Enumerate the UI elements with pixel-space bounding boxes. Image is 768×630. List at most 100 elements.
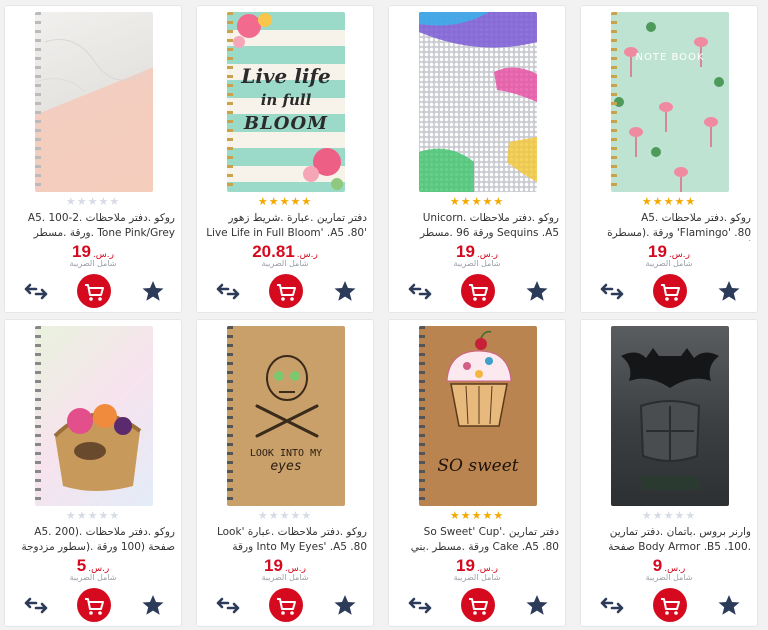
compare-button[interactable] xyxy=(211,588,245,622)
product-card[interactable]: ★★★★★ روكو .دفتر ملاحظات .(200 .A5 صفحة … xyxy=(4,319,182,627)
product-card[interactable]: Live life in full BLOOM ★★★★★ دفتر تماري… xyxy=(196,5,374,313)
wishlist-button[interactable] xyxy=(712,588,746,622)
wishlist-button[interactable] xyxy=(136,274,170,308)
compare-button[interactable] xyxy=(403,274,437,308)
product-image[interactable]: Live life in full BLOOM xyxy=(227,12,345,192)
compare-button[interactable] xyxy=(19,588,53,622)
product-card[interactable]: ★★★★★ روكو .دفتر ملاحظات .2-100 .A5 Tone… xyxy=(4,5,182,313)
product-title[interactable]: وارنر بروس .باتمان .دفتر تمارين .Body Ar… xyxy=(587,525,751,555)
compare-arrows-icon xyxy=(216,597,240,614)
add-to-cart-button[interactable] xyxy=(77,588,111,622)
compare-arrows-icon xyxy=(600,597,624,614)
rating-star-icon: ★ xyxy=(268,195,280,208)
rating-star-icon: ★ xyxy=(87,195,99,208)
product-image[interactable] xyxy=(419,12,537,192)
wishlist-button[interactable] xyxy=(328,274,362,308)
cart-icon xyxy=(469,284,488,301)
product-card[interactable]: ★★★★★ روكو .دفتر ملاحظات .Unicorn Sequin… xyxy=(388,5,566,313)
rating-stars: ★★★★★ xyxy=(5,196,181,208)
wishlist-button[interactable] xyxy=(520,588,554,622)
rating-star-icon: ★ xyxy=(98,195,110,208)
compare-button[interactable] xyxy=(19,274,53,308)
cart-icon xyxy=(661,598,680,615)
cart-icon xyxy=(661,284,680,301)
star-icon xyxy=(526,281,548,301)
cover-text: LOOK INTO MY eyes xyxy=(249,448,323,474)
add-to-cart-button[interactable] xyxy=(77,274,111,308)
cover-text: NOTE BOOK xyxy=(635,52,705,63)
rating-stars: ★★★★★ xyxy=(197,196,373,208)
product-title[interactable]: دفتر تمارين .'So Sweet' Cup Cake .A5 .80… xyxy=(395,525,559,555)
rating-star-icon: ★ xyxy=(109,509,121,522)
rating-star-icon: ★ xyxy=(65,509,77,522)
product-image[interactable]: NOTE BOOK xyxy=(611,12,729,192)
product-card[interactable]: SO sweet ★★★★★ دفتر تمارين .'So Sweet' C… xyxy=(388,319,566,627)
product-image[interactable]: SO sweet xyxy=(419,326,537,506)
product-title[interactable]: روكو .دفتر ملاحظات .Unicorn Sequins .A5 … xyxy=(395,211,559,241)
add-to-cart-button[interactable] xyxy=(653,588,687,622)
rating-star-icon: ★ xyxy=(98,509,110,522)
add-to-cart-button[interactable] xyxy=(269,588,303,622)
cover-text: SO sweet xyxy=(437,456,519,476)
product-title[interactable]: دفتر تمارين .عبارة .شريط زهور 'Live Life… xyxy=(203,211,367,241)
add-to-cart-button[interactable] xyxy=(461,274,495,308)
rating-star-icon: ★ xyxy=(460,509,472,522)
rating-star-icon: ★ xyxy=(257,509,269,522)
star-icon xyxy=(718,281,740,301)
product-card[interactable]: LOOK INTO MY eyes ★★★★★ روكو .دفتر ملاحظ… xyxy=(196,319,374,627)
rating-star-icon: ★ xyxy=(652,509,664,522)
cart-icon xyxy=(277,284,296,301)
wishlist-button[interactable] xyxy=(136,588,170,622)
product-image[interactable] xyxy=(611,326,729,506)
product-card[interactable]: ★★★★★ وارنر بروس .باتمان .دفتر تمارين .B… xyxy=(580,319,758,627)
rating-star-icon: ★ xyxy=(471,509,483,522)
add-to-cart-button[interactable] xyxy=(461,588,495,622)
wishlist-button[interactable] xyxy=(712,274,746,308)
rating-star-icon: ★ xyxy=(674,509,686,522)
cart-icon xyxy=(85,284,104,301)
cart-icon xyxy=(277,598,296,615)
rating-star-icon: ★ xyxy=(449,195,461,208)
cover-text: Live life in full BLOOM xyxy=(241,64,331,134)
rating-star-icon: ★ xyxy=(493,195,505,208)
product-image[interactable] xyxy=(35,326,153,506)
compare-arrows-icon xyxy=(216,283,240,300)
rating-star-icon: ★ xyxy=(301,509,313,522)
product-image[interactable]: LOOK INTO MY eyes xyxy=(227,326,345,506)
rating-stars: ★★★★★ xyxy=(5,510,181,522)
wishlist-button[interactable] xyxy=(328,588,362,622)
compare-button[interactable] xyxy=(403,588,437,622)
product-image[interactable] xyxy=(35,12,153,192)
cart-icon xyxy=(85,598,104,615)
rating-star-icon: ★ xyxy=(663,509,675,522)
product-title[interactable]: روكو .دفتر ملاحظات .(200 .A5 صفحة (100 و… xyxy=(11,525,175,555)
compare-arrows-icon xyxy=(408,283,432,300)
rating-star-icon: ★ xyxy=(471,195,483,208)
star-icon xyxy=(334,595,356,615)
product-title[interactable]: روكو .دفتر ملاحظات .2-100 .A5 Tone Pink/… xyxy=(11,211,175,241)
tax-note: شامل الضريبة xyxy=(261,573,309,582)
tax-note: شامل الضريبة xyxy=(261,259,309,268)
product-card[interactable]: NOTE BOOK ★★★★★ روكو .دفتر ملاحظات .A5 '… xyxy=(580,5,758,313)
star-icon xyxy=(142,595,164,615)
rating-star-icon: ★ xyxy=(279,509,291,522)
rating-stars: ★★★★★ xyxy=(197,510,373,522)
add-to-cart-button[interactable] xyxy=(269,274,303,308)
wishlist-button[interactable] xyxy=(520,274,554,308)
product-title[interactable]: روكو .دفتر ملاحظات .A5 'Flamingo' .80 ور… xyxy=(587,211,751,241)
star-icon xyxy=(142,281,164,301)
rating-star-icon: ★ xyxy=(290,509,302,522)
compare-arrows-icon xyxy=(600,283,624,300)
compare-button[interactable] xyxy=(595,274,629,308)
product-title[interactable]: روكو .دفتر ملاحظات .عبارة 'Look Into My … xyxy=(203,525,367,555)
rating-star-icon: ★ xyxy=(674,195,686,208)
star-icon xyxy=(526,595,548,615)
rating-star-icon: ★ xyxy=(449,509,461,522)
add-to-cart-button[interactable] xyxy=(653,274,687,308)
rating-star-icon: ★ xyxy=(279,195,291,208)
compare-button[interactable] xyxy=(595,588,629,622)
tax-note: شامل الضريبة xyxy=(453,573,501,582)
compare-button[interactable] xyxy=(211,274,245,308)
rating-stars: ★★★★★ xyxy=(389,510,565,522)
rating-star-icon: ★ xyxy=(65,195,77,208)
